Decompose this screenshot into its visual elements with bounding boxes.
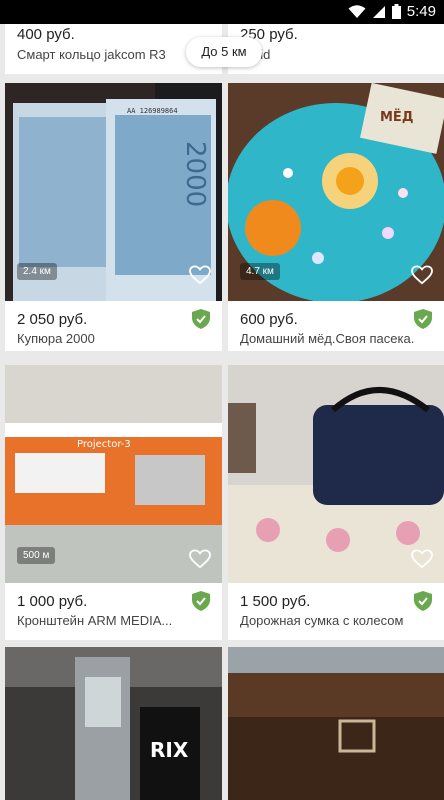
listing-title: Домашний мёд.Своя пасека. — [240, 331, 415, 346]
listing-title: liquid — [240, 47, 435, 62]
listing-title: Купюра 2000 — [17, 331, 95, 346]
verified-shield-icon — [192, 309, 210, 329]
radius-filter-chip[interactable]: До 5 км — [186, 37, 262, 67]
status-time: 5:49 — [406, 3, 436, 20]
favorite-heart-icon[interactable] — [411, 265, 433, 285]
listing-photo: RIX — [5, 647, 222, 800]
listing-card[interactable]: 2000 АА 126989864 2.4 км 2 050 руб. Купю… — [5, 83, 222, 351]
verified-shield-icon — [192, 591, 210, 611]
listing-price: 400 руб. — [17, 26, 75, 43]
listing-card[interactable]: RIX — [5, 647, 222, 800]
svg-text:2000: 2000 — [180, 141, 210, 207]
listing-title: Смарт кольцо jakcom R3 — [17, 47, 166, 62]
verified-shield-icon — [414, 591, 432, 611]
listing-feed[interactable]: 400 руб. Смарт кольцо jakcom R3 250 руб.… — [0, 24, 444, 800]
favorite-heart-icon[interactable] — [189, 549, 211, 569]
listing-price: 1 500 руб. — [240, 593, 311, 610]
banknote-serial: АА 126989864 — [127, 107, 178, 115]
listing-title: Дорожная сумка с колесом — [240, 613, 404, 628]
listing-card[interactable]: МЁД 4.7 км 600 руб. Домашний мёд.Своя па… — [228, 83, 444, 351]
honey-label: МЁД — [380, 109, 413, 125]
distance-badge: 2.4 км — [17, 263, 57, 280]
listing-card[interactable] — [228, 647, 444, 800]
wifi-icon — [348, 4, 366, 18]
listing-price: 2 050 руб. — [17, 311, 88, 328]
listing-card[interactable]: 1 500 руб. Дорожная сумка с колесом — [228, 365, 444, 640]
signal-icon — [372, 5, 385, 18]
status-bar: 5:49 — [0, 0, 444, 24]
listing-price: 600 руб. — [240, 311, 298, 328]
listing-title: Кронштейн ARM MEDIA... — [17, 613, 173, 628]
listing-card[interactable]: Projector-3 500 м 1 000 руб. Кронштейн A… — [5, 365, 222, 640]
battery-icon — [391, 4, 401, 19]
listing-photo — [228, 647, 444, 800]
favorite-heart-icon[interactable] — [411, 549, 433, 569]
distance-badge: 4.7 км — [240, 263, 280, 280]
favorite-heart-icon[interactable] — [189, 265, 211, 285]
distance-badge: 500 м — [17, 547, 56, 564]
vape-label: RIX — [150, 738, 189, 762]
projector-label: Projector-3 — [77, 439, 131, 450]
listing-price: 1 000 руб. — [17, 593, 88, 610]
verified-shield-icon — [414, 309, 432, 329]
